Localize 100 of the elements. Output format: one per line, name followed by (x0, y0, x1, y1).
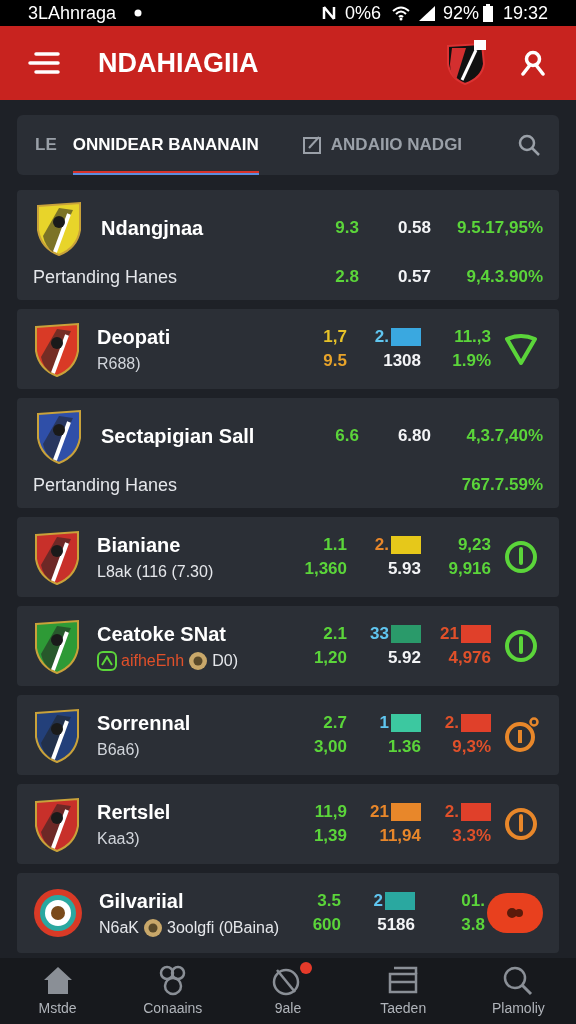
stat-value: 2. (444, 712, 459, 735)
stat-value: 6.80 (397, 424, 431, 447)
stat-value: 9.5 (323, 350, 347, 373)
stat-value: 9,3% (452, 736, 491, 759)
battery-icon (482, 4, 493, 22)
stat-value: 9.3 (335, 216, 359, 239)
stat-value: 0.57 (397, 266, 431, 289)
stat-value: 01. (461, 890, 485, 913)
stat-value: 3.5 (317, 890, 341, 913)
stat-value: 4,3.7,40% (466, 424, 543, 447)
stat-value: 33 (370, 623, 389, 646)
stat-value: 9,916 (448, 558, 491, 581)
team-name: Bianiane (97, 533, 182, 558)
status-button[interactable] (503, 628, 539, 664)
stat-value: 9,23 (457, 534, 491, 557)
team-name: Gilvariial (99, 889, 185, 914)
team-name: Deopati (97, 325, 172, 350)
team-name: Sectapigian Sall (101, 423, 256, 449)
stat-value: 5.92 (387, 647, 421, 670)
team-card[interactable]: Deopati R688) 1,7 2. 11.,3 9.5 1308 1.9% (17, 309, 559, 389)
stat-value: 11,9 (314, 801, 347, 824)
stat-value: 2. (444, 801, 459, 824)
tab[interactable]: ANDAIIO NADGI (302, 115, 463, 175)
stat-value: 2.1 (323, 623, 347, 646)
team-subtitle: N6aK (99, 918, 140, 938)
notification-dot-icon (134, 9, 143, 17)
status-button[interactable] (503, 331, 539, 367)
team-subtitle: R688) (97, 354, 141, 374)
team-card[interactable]: Bianiane L8ak (116 (7.30) 1.1 2. 9,23 1,360 5.93 9,916 (17, 517, 559, 597)
nav-tab[interactable]: Plamoliy (460, 958, 576, 1024)
stat-value: 21 (370, 801, 389, 824)
stat-value: 2.7 (323, 712, 347, 735)
battery-percent: 92% (442, 1, 479, 25)
tab[interactable]: ONNIDEAR BANANAIN (72, 115, 259, 175)
stat-value: 2 (373, 890, 383, 913)
team-card[interactable]: Sectapigian Sall 6.6 6.80 4,3.7,40% Pertanding Hanes 767.7.59% (17, 398, 559, 508)
team-card[interactable]: Sorrennal B6a6) 2.7 1 2. 3,00 1.36 9,3% (17, 695, 559, 775)
club-crest-icon (444, 40, 488, 86)
stat-value: 600 (312, 914, 341, 937)
wifi-icon (390, 5, 411, 21)
stat-value: 767.7.59% (461, 474, 543, 497)
stat-value: 0.58 (397, 216, 431, 239)
floating-action-button[interactable] (487, 893, 543, 933)
team-card[interactable]: Rertslel Kaa3) 11,9 21 2. 1,39 11,94 3.3% (17, 784, 559, 864)
team-name: Ndangjnaa (101, 215, 205, 241)
stat-value: 9,4.3.90% (466, 266, 543, 289)
stat-value: 5186 (377, 914, 415, 937)
stat-value: 4,976 (448, 647, 491, 670)
nav-tab[interactable]: 9ale (230, 958, 346, 1024)
stat-value: 11.,3 (454, 326, 491, 349)
status-button[interactable] (503, 806, 539, 842)
edit-icon (302, 136, 323, 154)
dots-icon (506, 905, 524, 921)
stat-value: 2.8 (335, 266, 359, 289)
stat-value: 1.9% (452, 350, 491, 373)
stat-value: 6.6 (335, 424, 359, 447)
team-subtitle: Pertanding Hanes (33, 265, 178, 289)
status-button[interactable] (503, 539, 539, 575)
stat-value: 11,94 (379, 825, 421, 848)
network-text: 0%6 (344, 1, 381, 25)
menu-button[interactable] (28, 49, 62, 77)
stat-value: 2. (374, 534, 389, 557)
stat-value: 1,7 (323, 326, 347, 349)
stat-value: 1.36 (387, 736, 421, 759)
nav-tab[interactable]: Taeden (345, 958, 461, 1024)
team-subtitle: Pertanding Hanes (33, 473, 178, 497)
team-subtitle: D0) (212, 651, 238, 671)
stat-value: 1,360 (304, 558, 347, 581)
team-subtitle: 3oolgfi (0Baina) (167, 918, 280, 938)
nav-tab[interactable]: Mstde (0, 958, 116, 1024)
team-subtitle: aifheEnh (121, 651, 185, 671)
stat-value: 21 (440, 623, 459, 646)
stat-value: 1 (379, 712, 389, 735)
stat-value: 1,20 (313, 647, 347, 670)
status-button[interactable] (503, 717, 539, 753)
stat-value: 2. (374, 326, 389, 349)
stat-value: 3.8 (461, 914, 485, 937)
stat-value: 3.3% (452, 825, 491, 848)
stat-value: 5.93 (387, 558, 421, 581)
nav-tab[interactable]: Conaains (115, 958, 231, 1024)
app-title: NDAHIAGIIA (98, 46, 260, 80)
team-subtitle: B6a6) (97, 740, 140, 760)
team-subtitle: Kaa3) (97, 829, 140, 849)
profile-button[interactable] (518, 48, 548, 78)
team-card[interactable]: Gilvariial N6aK 3oolgfi (0Baina) 3.5 2 01. 600 5186 3.8 (17, 873, 559, 953)
stat-value: 9.5.17,95% (457, 216, 543, 239)
team-name: Ceatoke SNat (97, 622, 227, 647)
team-name: Rertslel (97, 800, 172, 825)
carrier-text: 3LAhnraga (28, 1, 117, 25)
tab[interactable]: LE (35, 115, 57, 175)
clock-time: 19:32 (502, 1, 548, 25)
team-subtitle: L8ak (116 (7.30) (97, 562, 214, 582)
team-name: Sorrennal (97, 711, 192, 736)
team-card[interactable]: Ndangjnaa 9.3 0.58 9.5.17,95% Pertanding Hanes 2.8 0.57 9,4.3.90% (17, 190, 559, 300)
nfc-icon (320, 4, 337, 22)
stat-value: 3,00 (313, 736, 347, 759)
stat-value: 1,39 (313, 825, 347, 848)
team-card[interactable]: Ceatoke SNat aifheEnh D0) 2.1 33 21 1,20 5.92 4,976 (17, 606, 559, 686)
search-icon[interactable] (517, 133, 541, 157)
stat-value: 1.1 (323, 534, 347, 557)
